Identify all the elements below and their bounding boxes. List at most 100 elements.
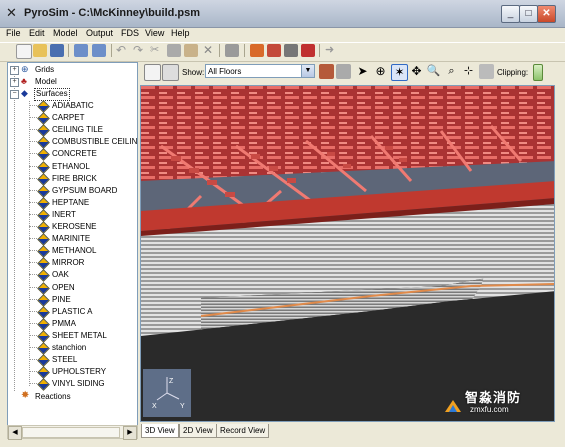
menu-view[interactable]: View [145, 28, 164, 38]
pan-icon[interactable]: ✥ [409, 64, 424, 79]
tree-item-surface[interactable]: ADIABATIC [52, 100, 94, 111]
undo-icon[interactable]: ↶ [116, 44, 130, 57]
tree-item-surface[interactable]: PMMA [52, 318, 76, 329]
scroll-right-icon[interactable]: ▶ [123, 426, 137, 440]
tree-item-surface[interactable]: PLASTIC A [52, 306, 92, 317]
floor-filter-icon[interactable] [162, 64, 179, 81]
import-icon[interactable] [74, 44, 88, 57]
pyrosim-app-icon[interactable]: ✕ [6, 6, 20, 20]
save-icon[interactable] [50, 44, 64, 57]
tree-item-surface[interactable]: OPEN [52, 282, 75, 293]
export-icon[interactable] [92, 44, 106, 57]
zoom-icon[interactable]: 🔍 [426, 64, 441, 79]
paste-icon[interactable] [184, 44, 198, 57]
menu-file[interactable]: File [6, 28, 21, 38]
walk-icon[interactable]: ✶ [391, 64, 408, 81]
center-icon[interactable]: ⊹ [461, 64, 476, 79]
color-icon[interactable] [319, 64, 334, 79]
smokeview-icon[interactable] [301, 44, 315, 57]
tree-item-surface[interactable]: MARINITE [52, 233, 90, 244]
clipping-toggle[interactable] [533, 64, 543, 81]
view-mode-icon[interactable] [144, 64, 161, 81]
tree-item-surface[interactable]: GYPSUM BOARD [52, 185, 117, 196]
run-fds-icon[interactable] [250, 44, 264, 57]
scroll-thumb[interactable] [22, 427, 120, 438]
surface-material-icon [37, 221, 50, 234]
axis-y-label: Y [180, 403, 185, 410]
show-label: Show: [182, 68, 205, 77]
tree-item-reactions[interactable]: Reactions [35, 391, 71, 402]
expand-grids-icon[interactable]: + [10, 66, 19, 75]
orbit-icon[interactable]: ⊕ [373, 64, 388, 79]
redo-icon[interactable]: ↷ [133, 44, 147, 57]
toolbar-separator [219, 44, 220, 57]
select-pointer-icon[interactable]: ➤ [355, 64, 370, 79]
tree-item-surface[interactable]: VINYL SIDING [52, 378, 105, 389]
tree-item-surface[interactable]: HEPTANE [52, 197, 89, 208]
tree-item-surface[interactable]: CARPET [52, 112, 84, 123]
results-icon[interactable] [284, 44, 298, 57]
open-folder-icon[interactable] [33, 44, 47, 57]
tree-item-surface[interactable]: METHANOL [52, 245, 96, 256]
tab-record-view[interactable]: Record View [216, 424, 270, 438]
tree-item-surface[interactable]: PINE [52, 294, 71, 305]
surface-material-icon [37, 330, 50, 343]
tree-item-grids[interactable]: Grids [35, 64, 54, 75]
tree-item-surface[interactable]: ETHANOL [52, 161, 90, 172]
tree-item-surface[interactable]: STEEL [52, 354, 77, 365]
watermark-text: 智淼消防 [465, 390, 522, 405]
tab-3d-view[interactable]: 3D View [141, 424, 179, 438]
new-file-icon[interactable] [16, 44, 32, 59]
collapse-surfaces-icon[interactable]: − [10, 90, 19, 99]
tree-item-surface[interactable]: INERT [52, 209, 76, 220]
3d-viewport[interactable]: Z X Y [140, 85, 555, 422]
menu-help[interactable]: Help [171, 28, 190, 38]
cut-icon[interactable]: ✂ [150, 44, 164, 57]
menu-model[interactable]: Model [53, 28, 78, 38]
properties-icon[interactable] [225, 44, 239, 57]
texture-icon[interactable] [336, 64, 351, 79]
tree-item-surface[interactable]: KEROSENE [52, 221, 96, 232]
tree-item-surface[interactable]: FIRE BRICK [52, 173, 97, 184]
tree-horizontal-scrollbar[interactable]: ◀ ▶ [7, 425, 138, 440]
tree-item-surface[interactable]: stanchion [52, 342, 86, 353]
surface-material-icon [37, 281, 50, 295]
menu-bar [0, 27, 565, 41]
window-title: PyroSim - C:\McKinney\build.psm [24, 7, 201, 19]
tree-item-surface[interactable]: UPHOLSTERY [52, 366, 106, 377]
tab-2d-view[interactable]: 2D View [179, 424, 217, 438]
tree-item-surface[interactable]: SHEET METAL [52, 330, 107, 341]
menu-edit[interactable]: Edit [29, 28, 45, 38]
menu-fds[interactable]: FDS [121, 28, 139, 38]
run-parallel-icon[interactable] [267, 44, 281, 57]
surface-material-icon [37, 317, 50, 331]
chevron-down-icon[interactable]: ▼ [301, 65, 314, 77]
close-button[interactable]: ✕ [537, 5, 556, 23]
surface-material-icon [37, 342, 50, 355]
zoom-box-icon[interactable]: ⌕ [444, 64, 459, 79]
toolbar-separator [244, 44, 245, 57]
tree-item-model[interactable]: Model [35, 76, 57, 87]
tree-item-surface[interactable]: COMBUSTIBLE CEILING [52, 136, 137, 147]
toolbar-separator [319, 44, 320, 57]
tree-item-surface[interactable]: MIRROR [52, 257, 84, 268]
watermark-url: zmxfu.com [470, 405, 509, 414]
surface-material-icon [37, 209, 50, 222]
expand-model-icon[interactable]: + [10, 78, 19, 87]
menu-output[interactable]: Output [86, 28, 113, 38]
surface-material-icon [37, 269, 50, 283]
minimize-button[interactable]: _ [501, 5, 520, 23]
copy-icon[interactable] [167, 44, 181, 57]
delete-icon[interactable]: ✕ [201, 44, 215, 57]
surface-material-icon [37, 293, 50, 307]
navigation-tree: + ⊕ Grids + ♣ Model − ◆ Surfaces ✸ React… [7, 62, 138, 426]
tree-item-surface[interactable]: CONCRETE [52, 148, 97, 159]
arrow-icon[interactable]: ➜ [325, 44, 339, 57]
tree-item-surface[interactable]: OAK [52, 269, 69, 280]
tree-item-surface[interactable]: CEILING TILE [52, 124, 103, 135]
toolbar-separator [111, 44, 112, 57]
maximize-button[interactable]: □ [519, 5, 538, 23]
floor-select[interactable]: All Floors ▼ [205, 64, 315, 78]
reset-view-icon[interactable] [479, 64, 494, 79]
scroll-left-icon[interactable]: ◀ [8, 426, 22, 440]
